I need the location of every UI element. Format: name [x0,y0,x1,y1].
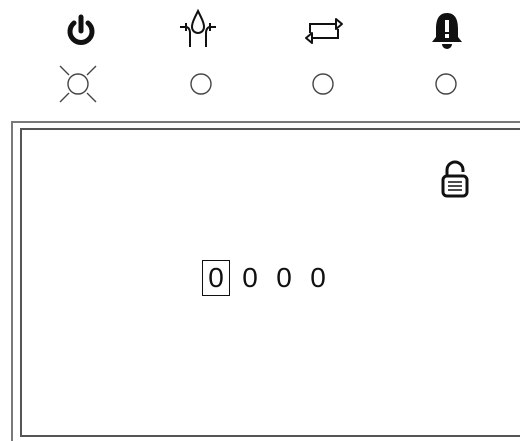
power-led-lit [50,56,106,112]
water-valve-led [173,56,229,112]
power-icon [59,9,103,53]
code-digit-2[interactable]: 0 [236,260,264,296]
code-entry: 0 0 0 0 [202,258,338,298]
alarm-bell-icon [425,9,469,53]
code-digit-4[interactable]: 0 [304,260,332,296]
cycle-led [295,56,351,112]
water-valve-icon [176,7,220,51]
alarm-led [418,56,474,112]
indicator-row [0,0,520,110]
code-digit-3[interactable]: 0 [270,260,298,296]
padlock-open-icon[interactable] [440,160,470,198]
code-digit-1[interactable]: 0 [202,260,230,296]
cycle-arrows-icon [302,9,346,53]
